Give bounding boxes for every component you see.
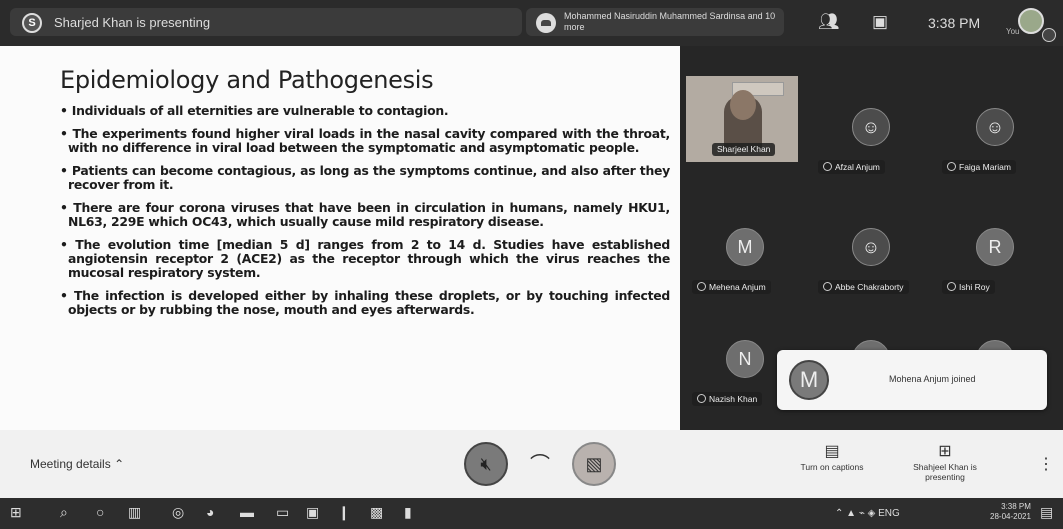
mail-icon[interactable]: ▬ [240, 504, 254, 520]
terminal-icon[interactable]: ▮ [404, 504, 412, 521]
bullet-item: The evolution time [median 5 d] ranges f… [60, 238, 670, 280]
camera-toggle-button[interactable]: ▧ [572, 442, 616, 486]
participant-name: Ishi Roy [959, 282, 990, 292]
chrome-icon[interactable]: ◎ [172, 504, 184, 521]
camera-off-icon: ▧ [585, 453, 603, 474]
mic-off-icon [947, 162, 956, 171]
participant-avatar: ☺ [976, 108, 1014, 146]
presentation-slide: Epidemiology and Pathogenesis Individual… [0, 46, 680, 430]
present-button[interactable]: ⊞ Shahjeel Khan is presenting [908, 442, 982, 482]
participant-avatar: N [726, 340, 764, 378]
participant-tile[interactable]: ☺ Abbe Chakraborty [812, 210, 932, 302]
participant-name-bar: Nazish Khan [692, 392, 763, 406]
participant-name-bar: Afzal Anjum [818, 160, 885, 174]
participant-name-bar: Faiga Mariam [942, 160, 1016, 174]
tray-clock[interactable]: 3:38 PM 28-04-2021 [990, 502, 1031, 522]
mic-off-icon: 🔇︎ [480, 453, 492, 474]
participant-head [730, 90, 756, 120]
meeting-controls: Meeting details ⌃ 🔇︎ ⌒ ▧ ▤ Turn on capti… [0, 430, 1063, 498]
people-icon[interactable]: 👥︎ [818, 12, 840, 32]
participant-name: Abbe Chakraborty [835, 282, 904, 292]
participant-video-tile[interactable]: Sharjeel Khan [686, 76, 798, 162]
clock: 3:38 PM [928, 15, 981, 31]
windows-taskbar: ⊞ ⌕ ○ ▥ ◎ ◕ ▬ ▭ ▣ ❙ ▩ ▮ ⌃ ▲ ⌁ ◈ ENG 3:38… [0, 498, 1063, 529]
top-bar: S Sharjed Khan is presenting Mohammed Na… [0, 0, 1063, 46]
presenter-banner[interactable]: S Sharjed Khan is presenting [10, 8, 522, 36]
participant-avatar: M [726, 228, 764, 266]
tray-time: 3:38 PM [1001, 502, 1031, 511]
store-icon[interactable]: ▣ [306, 504, 319, 521]
participant-avatar: R [976, 228, 1014, 266]
captions-label: Turn on captions [800, 462, 864, 472]
participant-name-bar: Mehena Anjum [692, 280, 771, 294]
join-notification[interactable]: M Mohena Anjum joined [777, 350, 1047, 410]
presenter-text: Sharjed Khan is presenting [54, 15, 211, 30]
participant-tile[interactable]: ☺ Faiga Mariam [936, 90, 1056, 182]
you-label: You [1006, 27, 1020, 36]
meeting-details-label: Meeting details [30, 457, 111, 471]
toast-text: Mohena Anjum joined [889, 374, 976, 384]
app-icon[interactable]: ◕ [206, 504, 214, 520]
search-icon[interactable]: ⌕ [60, 504, 68, 521]
viewers-text: Mohammed Nasiruddin Muhammed Sardinsa an… [564, 11, 776, 32]
present-icon: ⊞ [938, 443, 952, 460]
present-label: Shahjeel Khan is presenting [913, 462, 977, 482]
end-call-button[interactable]: ⌒ [520, 442, 560, 482]
tray-date: 28-04-2021 [990, 512, 1031, 521]
presenter-avatar: S [22, 13, 42, 33]
participant-name-bar: Abbe Chakraborty [818, 280, 909, 294]
participant-tile[interactable]: R Ishi Roy [936, 210, 1056, 302]
bullet-item: Patients can become contagious, as long … [60, 164, 670, 192]
meeting-details-button[interactable]: Meeting details ⌃ [30, 457, 124, 471]
participant-name: Sharjeel Khan [712, 143, 776, 156]
mic-off-icon [947, 282, 956, 291]
bullet-item: There are four corona viruses that have … [60, 201, 670, 229]
bullet-item: The experiments found higher viral loads… [60, 127, 670, 155]
cortana-icon[interactable]: ○ [96, 504, 104, 520]
self-avatar[interactable] [1018, 8, 1044, 34]
captions-icon: ▤ [824, 443, 840, 460]
viewers-icon [536, 13, 556, 33]
photos-icon[interactable]: ▩ [370, 504, 383, 521]
viewers-banner[interactable]: Mohammed Nasiruddin Muhammed Sardinsa an… [526, 8, 784, 36]
notification-icon[interactable]: ▤ [1040, 504, 1053, 521]
mic-off-icon [697, 394, 706, 403]
app2-icon[interactable]: ❙ [338, 504, 350, 521]
task-view-icon[interactable]: ▥ [128, 504, 141, 521]
participant-name: Nazish Khan [709, 394, 758, 404]
more-options-icon[interactable]: ⋮ [1038, 454, 1054, 474]
slide-bullets: Individuals of all eternities are vulner… [60, 104, 670, 326]
participant-avatar: ☺ [852, 108, 890, 146]
mic-off-icon [823, 162, 832, 171]
mic-off-icon [823, 282, 832, 291]
start-icon[interactable]: ⊞ [10, 504, 22, 521]
participant-tile[interactable]: ☺ Afzal Anjum [812, 90, 932, 182]
hang-up-icon: ⌒ [530, 453, 550, 476]
participant-name: Mehena Anjum [709, 282, 766, 292]
participant-tile[interactable]: M Mehena Anjum [686, 210, 806, 302]
participant-name: Faiga Mariam [959, 162, 1011, 172]
toast-avatar: M [789, 360, 829, 400]
chat-icon[interactable]: ▣ [872, 12, 888, 32]
participant-avatar: ☺ [852, 228, 890, 266]
mic-off-icon [697, 282, 706, 291]
participant-name: Afzal Anjum [835, 162, 880, 172]
bullet-item: Individuals of all eternities are vulner… [60, 104, 670, 118]
folder-icon[interactable]: ▭ [276, 504, 289, 521]
participant-name-bar: Ishi Roy [942, 280, 995, 294]
self-mic-icon [1042, 28, 1056, 42]
slide-title: Epidemiology and Pathogenesis [60, 66, 434, 94]
system-tray[interactable]: ⌃ ▲ ⌁ ◈ ENG [835, 508, 900, 519]
captions-button[interactable]: ▤ Turn on captions [796, 442, 868, 472]
mic-toggle-button[interactable]: 🔇︎ [464, 442, 508, 486]
tray-language: ENG [878, 508, 900, 519]
bullet-item: The infection is developed either by inh… [60, 289, 670, 317]
chevron-up-icon: ⌃ [114, 457, 125, 471]
